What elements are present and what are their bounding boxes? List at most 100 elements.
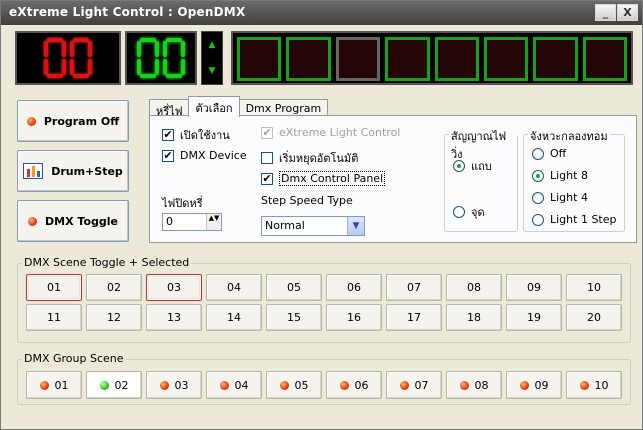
counter-spinner[interactable]: ▲ ▼ — [201, 31, 223, 85]
checkbox-box[interactable]: ✔ — [261, 172, 273, 185]
radio-off[interactable]: Off — [532, 147, 566, 160]
radio-dot[interactable] — [453, 160, 465, 172]
options-panel: ✔ เปิดใช้งาน ✔ DMX Device ✔ eXtreme Ligh… — [149, 115, 637, 243]
minimize-button[interactable]: _ — [595, 4, 616, 21]
segment — [44, 59, 48, 75]
scene-button-16[interactable]: 16 — [326, 304, 382, 331]
spin-up-icon[interactable]: ▲ — [202, 32, 222, 58]
segment — [88, 41, 92, 57]
checkbox-box[interactable] — [261, 152, 273, 164]
scene-button-13[interactable]: 13 — [146, 304, 202, 331]
radio-dot[interactable] — [532, 169, 544, 182]
scene-button-02[interactable]: 02 — [86, 274, 142, 301]
scene-button-14[interactable]: 14 — [206, 304, 262, 331]
group-scene-button-09[interactable]: 09 — [506, 371, 562, 399]
scene-button-04[interactable]: 04 — [206, 274, 262, 301]
scene-button-03[interactable]: 03 — [146, 274, 202, 301]
tab-options[interactable]: ตัวเลือก — [188, 96, 240, 117]
close-button[interactable]: X — [617, 4, 638, 21]
radio-bar[interactable]: แถบ — [453, 157, 492, 175]
segment — [70, 41, 74, 57]
radio-light-8[interactable]: Light 8 — [532, 169, 588, 182]
scene-toggle-title: DMX Scene Toggle + Selected — [22, 256, 192, 269]
group-scene-label: 08 — [474, 378, 489, 392]
group-scene-group: DMX Group Scene 01 02 03 04 05 06 07 08 09 10 — [17, 352, 631, 405]
group-scene-button-02[interactable]: 02 — [86, 371, 142, 399]
radio-dot-mode[interactable]: จุด — [453, 203, 485, 221]
segment — [181, 59, 185, 75]
enable-checkbox[interactable]: ✔ เปิดใช้งาน — [162, 126, 230, 144]
segment — [140, 38, 156, 42]
dmx-device-label: DMX Device — [180, 149, 247, 162]
dmx-toggle-button[interactable]: DMX Toggle — [17, 200, 129, 242]
segment — [181, 41, 185, 57]
spin-down-icon[interactable]: ▼ — [202, 58, 222, 84]
scene-button-07[interactable]: 07 — [386, 274, 442, 301]
scene-button-06[interactable]: 06 — [326, 274, 382, 301]
scene-toggle-group: DMX Scene Toggle + Selected 01 02 03 04 05 06… — [17, 256, 631, 343]
group-scene-button-06[interactable]: 06 — [326, 371, 382, 399]
radio-dot[interactable] — [453, 206, 465, 218]
scene-button-20[interactable]: 20 — [566, 304, 622, 331]
segment — [70, 59, 74, 75]
scene-button-15[interactable]: 15 — [266, 304, 322, 331]
auto-stop-checkbox[interactable]: เริ่มหยุดอัตโนมัติ — [261, 149, 358, 167]
group-scene-button-10[interactable]: 10 — [566, 371, 622, 399]
chevron-down-icon[interactable]: ▼ — [347, 217, 364, 235]
segment — [62, 59, 66, 75]
scene-button-17[interactable]: 17 — [386, 304, 442, 331]
checkbox-box: ✔ — [261, 125, 273, 139]
dim-value-input[interactable]: 0 ▲▼ — [162, 213, 222, 231]
scene-button-19[interactable]: 19 — [506, 304, 562, 331]
scene-button-18[interactable]: 18 — [446, 304, 502, 331]
segment — [140, 74, 156, 78]
program-off-button[interactable]: Program Off — [17, 100, 129, 142]
status-led-icon — [219, 380, 229, 390]
group-scene-button-08[interactable]: 08 — [446, 371, 502, 399]
group-scene-button-04[interactable]: 04 — [206, 371, 262, 399]
group-scene-button-03[interactable]: 03 — [146, 371, 202, 399]
radio-light-8-label: Light 8 — [550, 169, 588, 182]
scene-button-11[interactable]: 11 — [26, 304, 82, 331]
step-speed-select[interactable]: Normal ▼ — [261, 216, 365, 236]
checkbox-box[interactable]: ✔ — [162, 149, 174, 162]
scene-button-08[interactable]: 08 — [446, 274, 502, 301]
scene-button-01[interactable]: 01 — [26, 274, 82, 301]
title-bar[interactable]: eXtreme Light Control : OpenDMX _ X — [1, 1, 642, 25]
group-scene-button-05[interactable]: 05 — [266, 371, 322, 399]
drum-icon — [23, 163, 44, 179]
dmx-device-checkbox[interactable]: ✔ DMX Device — [162, 149, 247, 162]
seven-segment-digit — [44, 38, 66, 78]
scene-button-09[interactable]: 09 — [506, 274, 562, 301]
segment — [73, 74, 89, 78]
dmx-control-panel-checkbox[interactable]: ✔ Dmx Control Panel — [261, 171, 386, 186]
signal-group: สัญญาณไฟวิ่ง แถบ จุด — [444, 127, 518, 232]
window-title: eXtreme Light Control : OpenDMX — [9, 5, 246, 19]
channel-indicator-8 — [582, 37, 627, 81]
rhythm-group-title: จังหวะกลองทอม — [528, 127, 610, 145]
status-led-icon — [159, 380, 169, 390]
group-scene-label: 04 — [234, 378, 249, 392]
radio-bar-label: แถบ — [471, 160, 492, 173]
radio-dot[interactable] — [532, 147, 544, 160]
group-scene-label: 06 — [354, 378, 369, 392]
radio-light-1-step[interactable]: Light 1 Step — [532, 213, 617, 226]
scene-button-10[interactable]: 10 — [566, 274, 622, 301]
group-scene-button-01[interactable]: 01 — [26, 371, 82, 399]
status-led-icon — [459, 380, 469, 390]
program-off-label: Program Off — [43, 114, 120, 128]
drum-step-button[interactable]: Drum+Step — [17, 150, 129, 192]
scene-button-05[interactable]: 05 — [266, 274, 322, 301]
radio-light-4[interactable]: Light 4 — [532, 191, 588, 204]
scene-button-12[interactable]: 12 — [86, 304, 142, 331]
radio-dot[interactable] — [532, 213, 544, 226]
status-led-icon — [39, 380, 49, 390]
checkbox-box[interactable]: ✔ — [162, 129, 174, 141]
group-scene-button-07[interactable]: 07 — [386, 371, 442, 399]
group-scene-label: 10 — [594, 378, 609, 392]
radio-dot[interactable] — [532, 191, 544, 204]
updown-icon[interactable]: ▲▼ — [206, 214, 221, 230]
step-speed-value: Normal — [265, 219, 305, 232]
main-window: eXtreme Light Control : OpenDMX _ X ▲ ▼ … — [0, 0, 643, 430]
extreme-light-control-label: eXtreme Light Control — [279, 126, 401, 139]
